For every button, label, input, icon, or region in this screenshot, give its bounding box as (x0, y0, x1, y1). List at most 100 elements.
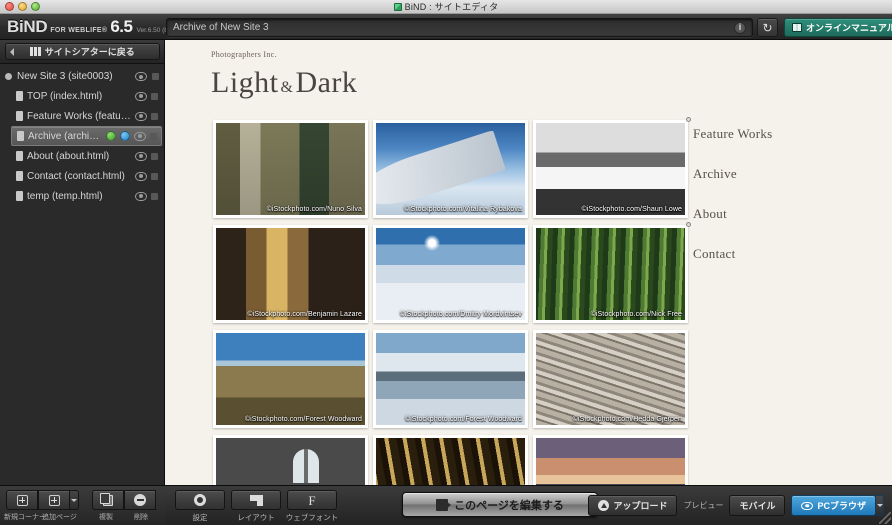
webfont-button[interactable]: F ウェブフォント (286, 490, 338, 523)
gallery-thumbnail[interactable]: ©iStockphoto.com/Forest Woodward (213, 330, 368, 428)
info-icon[interactable]: i (734, 21, 746, 34)
sidebar: サイトシアターに戻る New Site 3 (site0003) TOP (in… (0, 40, 165, 485)
add-page-button[interactable] (38, 490, 70, 510)
eye-icon[interactable] (135, 111, 147, 121)
page-title-amp: & (280, 79, 294, 96)
logo-tagline: FOR WEBLIFE® (50, 26, 108, 34)
new-corner-button[interactable] (6, 490, 38, 510)
site-nav-link[interactable]: Feature Works (693, 126, 773, 142)
refresh-button[interactable]: ↻ (757, 18, 778, 37)
sidebar-page-label: Feature Works (feature-work... (27, 110, 131, 122)
photo-bamboo-forest: ©iStockphoto.com/Nick Free (536, 228, 685, 320)
page-file-icon (16, 91, 23, 101)
settings-button[interactable]: 設定 (175, 490, 225, 523)
pc-browser-label: PCブラウザ (817, 501, 866, 511)
gear-icon (194, 494, 206, 506)
gallery-thumbnail[interactable]: ©iStockphoto.com/Forest Woodward (373, 330, 528, 428)
pc-browser-preview-button[interactable]: PCブラウザ (791, 495, 876, 516)
resize-handle[interactable] (686, 222, 691, 227)
mobile-label: モバイル (739, 501, 776, 511)
page-url-field[interactable]: Archive of New Site 3 i (166, 18, 753, 37)
resize-handle[interactable] (686, 117, 691, 122)
sidebar-page-label: Archive (archive.html) (28, 130, 102, 142)
app-header: BiND FOR WEBLIFE® 6.5 Ver.6.50 (b1163) A… (0, 14, 892, 40)
photo-lake-at-dusk (536, 438, 685, 485)
photo-weathered-building-green-door: ©iStockphoto.com/Nuno Silva (216, 123, 365, 215)
lock-square-icon[interactable] (151, 112, 158, 120)
photo-credit-caption: ©iStockphoto.com/Shaun Lowe (581, 206, 682, 213)
online-manual-button[interactable]: オンラインマニュアル (784, 18, 892, 37)
webfont-f-icon: F (308, 492, 316, 508)
blue-status-badge[interactable] (120, 131, 130, 141)
gallery-thumbnail[interactable]: ©iStockphoto.com/Vitalina Rybakova (373, 120, 528, 218)
lock-square-icon[interactable] (151, 192, 158, 200)
eye-icon[interactable] (135, 191, 147, 201)
mobile-preview-button[interactable]: モバイル (729, 495, 786, 516)
logo-version-number: 6.5 (110, 16, 133, 36)
upload-button[interactable]: アップロード (588, 495, 678, 516)
sidebar-page-row[interactable]: Feature Works (feature-work... (11, 106, 162, 126)
sidebar-page-row[interactable]: TOP (index.html) (11, 86, 162, 106)
upload-label: アップロード (613, 501, 668, 511)
eye-icon[interactable] (135, 171, 147, 181)
photo-church-interior-stained-glass (216, 438, 365, 485)
lock-square-icon[interactable] (151, 152, 158, 160)
eye-icon[interactable] (135, 91, 147, 101)
edit-this-page-label: このページを編集する (454, 499, 564, 512)
page-preview-canvas[interactable]: Photographers Inc. Light &Dark ©iStockpho… (165, 40, 892, 485)
add-page-label: 追加ページ (42, 514, 77, 521)
gallery-thumbnail[interactable] (533, 435, 688, 485)
sidebar-page-label: Contact (contact.html) (27, 170, 125, 182)
add-page-dropdown[interactable] (70, 490, 79, 510)
plus-box-icon (48, 494, 60, 506)
gallery-thumbnail[interactable] (373, 435, 528, 485)
minus-circle-icon (134, 494, 146, 506)
site-nav-link[interactable]: Contact (693, 246, 773, 262)
lock-square-icon[interactable] (151, 92, 158, 100)
window-resize-handle[interactable] (879, 512, 891, 524)
sidebar-page-row[interactable]: temp (temp.html) (11, 186, 162, 206)
page-file-icon (17, 131, 24, 141)
preview-label: プレビュー (683, 501, 724, 510)
bottom-toolbar: 設定 レイアウト F ウェブフォント このページを編集する アップロード プレビ… (165, 485, 892, 525)
lock-square-icon[interactable] (150, 132, 157, 140)
duplicate-icon (100, 492, 113, 506)
gallery-thumbnail[interactable]: ©iStockphoto.com/Nick Free (533, 222, 691, 323)
os-window-title: BiND : サイトエディタ (0, 0, 892, 13)
delete-button[interactable] (124, 490, 156, 510)
sidebar-page-row[interactable]: About (about.html) (11, 146, 162, 166)
photo-credit-caption: ©iStockphoto.com/Nick Free (590, 311, 682, 318)
site-root-row[interactable]: New Site 3 (site0003) (0, 67, 165, 86)
eye-icon[interactable] (135, 72, 147, 81)
lock-square-icon[interactable] (151, 172, 158, 180)
gallery-thumbnail[interactable]: ©iStockphoto.com/Shaun Lowe (533, 117, 691, 218)
eye-icon[interactable] (135, 151, 147, 161)
layout-button[interactable]: レイアウト (231, 490, 281, 523)
theater-bars-icon (30, 47, 41, 56)
duplicate-button[interactable] (92, 490, 124, 510)
duplicate-label: 複製 (99, 514, 113, 521)
sidebar-page-row[interactable]: Archive (archive.html) (11, 126, 162, 146)
site-navigation: Feature Works Archive About Contact (693, 126, 773, 262)
photo-credit-caption: ©iStockphoto.com/Forest Woodward (404, 416, 522, 423)
sidebar-page-row[interactable]: Contact (contact.html) (11, 166, 162, 186)
gallery-thumbnail[interactable]: ©iStockphoto.com/Nuno Silva (213, 120, 368, 218)
os-window-title-text: BiND : サイトエディタ (404, 2, 499, 12)
refresh-icon: ↻ (762, 20, 773, 35)
back-to-site-theater-button[interactable]: サイトシアターに戻る (5, 43, 160, 60)
site-nav-link[interactable]: About (693, 206, 773, 222)
gallery-thumbnail[interactable]: ©iStockphoto.com/Benjamin Lazare (213, 225, 368, 323)
green-status-badge[interactable] (106, 131, 116, 141)
settings-label: 設定 (192, 513, 208, 522)
sidebar-page-label: About (about.html) (27, 150, 110, 162)
bind-site-editor-window: BiND : サイトエディタ BiND FOR WEBLIFE® 6.5 Ver… (0, 0, 892, 525)
gallery-thumbnail[interactable]: ©iStockphoto.com/Dmitry Mordvintsev (373, 225, 528, 323)
eye-icon[interactable] (134, 131, 146, 141)
edit-this-page-button[interactable]: このページを編集する (402, 492, 598, 517)
gallery-thumbnail[interactable] (213, 435, 368, 485)
new-corner-label: 新規コーナー (4, 514, 46, 521)
lock-square-icon[interactable] (152, 73, 159, 80)
delete-label: 削除 (134, 514, 148, 521)
gallery-thumbnail[interactable]: ©iStockphoto.com/Hedda Gjerpen (533, 330, 688, 428)
site-nav-link[interactable]: Archive (693, 166, 773, 182)
